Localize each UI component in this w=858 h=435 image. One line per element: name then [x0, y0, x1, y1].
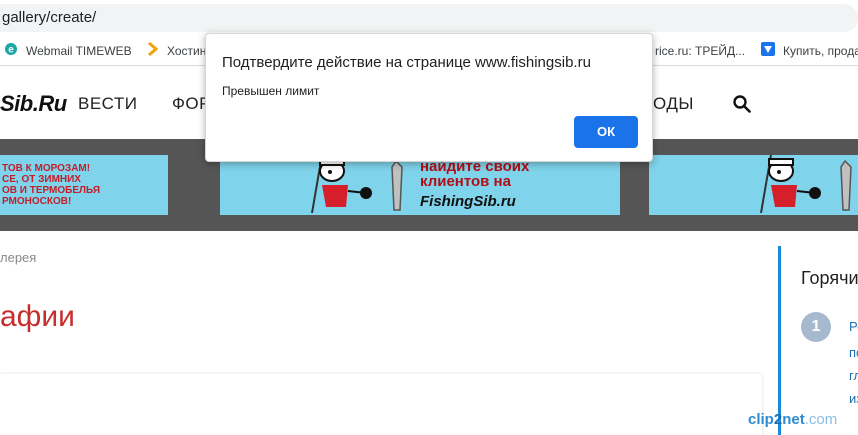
- bookmark-shop[interactable]: Купить, прода: [761, 42, 858, 60]
- banner-center-brand: FishingSib.ru: [420, 193, 516, 210]
- nav-item-news[interactable]: ВЕСТИ: [78, 94, 138, 114]
- shop-icon: [761, 42, 775, 61]
- bookmark-rice[interactable]: rice.ru: ТРЕЙД...: [655, 42, 745, 60]
- clip2net-watermark: clip2net.com: [748, 411, 837, 428]
- watermark-part: net: [782, 411, 805, 428]
- content-panel: [0, 374, 762, 435]
- watermark-part: 2: [773, 411, 783, 428]
- hot-topics-sidebar: Горячи 1 Ре по гл из: [778, 246, 858, 435]
- breadcrumb[interactable]: лерея: [0, 250, 36, 265]
- confirm-dialog: Подтвердите действие на странице www.fis…: [205, 33, 653, 162]
- fisherman-illustration: [311, 155, 403, 214]
- dialog-message: Превышен лимит: [222, 84, 320, 98]
- bookmark-label: rice.ru: ТРЕЙД...: [655, 44, 746, 58]
- sidebar-link-text[interactable]: Ре: [849, 319, 858, 334]
- banner-center-text: найдите своих клиентов на: [420, 158, 530, 190]
- sidebar-link-text[interactable]: гл: [849, 368, 858, 383]
- site-logo[interactable]: Sib.Ru: [0, 91, 67, 117]
- sidebar-title: Горячи: [801, 268, 858, 288]
- bookmark-label: Webmail TIMEWEB: [26, 44, 132, 58]
- ok-button[interactable]: ОК: [574, 116, 638, 148]
- fisherman-illustration: [760, 155, 852, 214]
- rank-badge: 1: [801, 312, 831, 342]
- address-bar-area: gallery/create/: [0, 0, 858, 36]
- bookmark-label: Хостин: [167, 44, 207, 58]
- bookmark-arrow-icon: [147, 42, 159, 61]
- dialog-title: Подтвердите действие на странице www.fis…: [222, 54, 591, 71]
- bookmark-webmail[interactable]: e Webmail TIMEWEB: [4, 42, 132, 60]
- webmail-icon: e: [4, 42, 18, 61]
- banner-left-text: ТОВ К МОРОЗАМ! СЕ, ОТ ЗИМНИХ ОВ И ТЕРМОБ…: [2, 163, 101, 207]
- banner-left[interactable]: ТОВ К МОРОЗАМ! СЕ, ОТ ЗИМНИХ ОВ И ТЕРМОБ…: [0, 155, 168, 215]
- watermark-part: .com: [804, 411, 838, 428]
- address-bar[interactable]: gallery/create/: [0, 4, 858, 32]
- sidebar-link-text[interactable]: из: [849, 391, 858, 406]
- bookmark-hosting[interactable]: Хостин: [147, 42, 206, 60]
- page-title: афии: [0, 300, 75, 333]
- nav-item-weather[interactable]: ОДЫ: [653, 94, 694, 114]
- banner-right[interactable]: [649, 155, 858, 215]
- bookmark-label: Купить, прода: [783, 44, 858, 58]
- browser-window: gallery/create/ e Webmail TIMEWEB Хостин…: [0, 0, 858, 435]
- search-icon[interactable]: [733, 95, 751, 113]
- sidebar-link-text[interactable]: по: [849, 345, 858, 360]
- watermark-part: clip: [748, 411, 774, 428]
- svg-text:e: e: [8, 45, 14, 56]
- banner-center[interactable]: найдите своих клиентов на FishingSib.ru: [220, 155, 620, 215]
